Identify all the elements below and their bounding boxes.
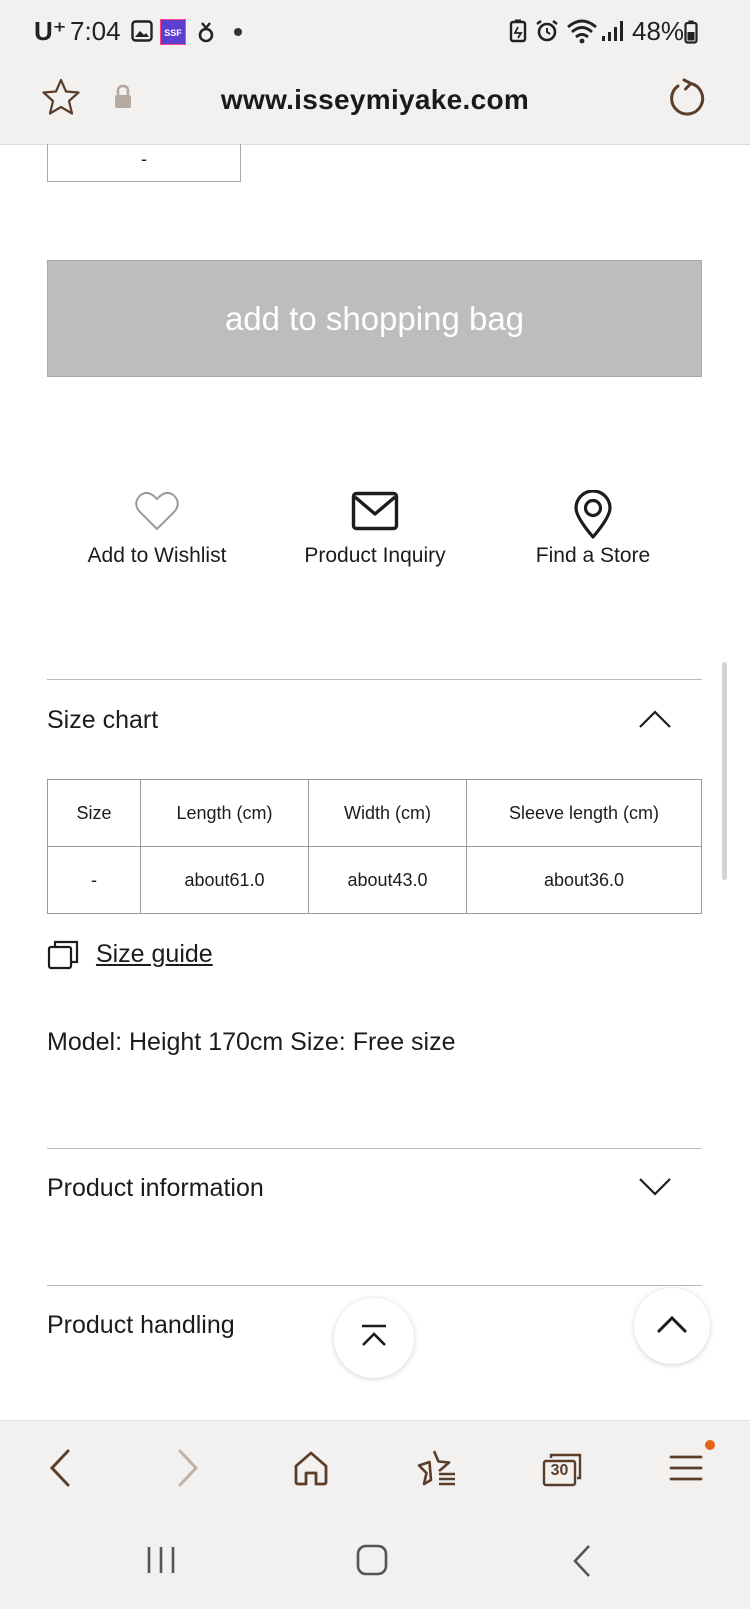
carrier-label: U⁺ [34,16,67,46]
browser-address-bar: www.isseymiyake.com [0,62,750,145]
table-cell: about36.0 [466,846,702,914]
back-button[interactable] [35,1445,85,1495]
system-back-icon[interactable] [572,1544,592,1583]
popup-window-icon [47,940,86,976]
browser-toolbar [0,1420,750,1516]
bookmarks-button[interactable] [412,1445,462,1495]
system-home-icon[interactable] [356,1544,388,1581]
gallery-icon [131,20,153,47]
home-button[interactable] [286,1445,336,1495]
chevron-right-icon [176,1448,200,1493]
product-handling-title[interactable]: Product handling [47,1311,235,1340]
size-chart-title[interactable]: Size chart [47,706,158,735]
divider [47,1148,702,1149]
dot-icon [234,28,242,36]
url-text[interactable]: www.isseymiyake.com [0,84,750,116]
product-inquiry-button[interactable]: Product Inquiry [270,490,480,568]
table-header-row: Size Length (cm) Width (cm) Sleeve lengt… [47,779,702,847]
location-pin-icon [488,490,698,540]
chevron-left-icon [48,1448,72,1493]
ssf-app-icon: SSF [160,19,186,45]
product-information-title[interactable]: Product information [47,1174,264,1203]
envelope-icon [270,490,480,532]
table-cell: about43.0 [308,846,467,914]
status-time: 7:04 [70,16,121,46]
table-header: Width (cm) [308,779,467,847]
divider [47,1285,702,1286]
battery-percent: 48% [632,16,685,46]
quantity-select[interactable]: - [47,144,241,182]
wifi-icon [566,18,598,49]
divider [47,679,702,680]
add-to-wishlist-button[interactable]: Add to Wishlist [52,490,262,568]
notification-dot-icon [705,1440,715,1450]
find-store-label: Find a Store [535,544,651,567]
scroll-to-top-button[interactable] [334,1298,414,1378]
menu-button[interactable] [661,1445,711,1495]
add-to-bag-button[interactable]: add to shopping bag [47,260,702,377]
scroll-top-icon [359,1324,389,1353]
table-header: Size [47,779,141,847]
chevron-up-icon[interactable] [638,708,672,735]
table-cell: - [47,846,141,914]
table-row: - about61.0 about43.0 about36.0 [47,846,702,914]
inquiry-label: Product Inquiry [304,544,446,567]
bookmarks-star-icon [417,1449,457,1492]
chevron-up-icon [655,1313,689,1340]
status-bar: U⁺ 7:04 SSF 48% [0,0,750,62]
home-icon [292,1449,330,1492]
collapse-up-button[interactable] [634,1288,710,1364]
size-guide-link[interactable]: Size guide [47,940,213,977]
size-guide-label[interactable]: Size guide [96,940,213,968]
size-chart-table: Size Length (cm) Width (cm) Sleeve lengt… [47,779,702,914]
table-header: Sleeve length (cm) [466,779,702,847]
battery-saver-icon [509,19,527,48]
heart-icon [52,490,262,532]
reload-icon[interactable] [666,78,706,123]
chevron-down-icon[interactable] [638,1176,672,1203]
page-scrollbar[interactable] [722,662,727,880]
table-cell: about61.0 [140,846,309,914]
model-info: Model: Height 170cm Size: Free size [47,1028,456,1056]
tabs-button[interactable]: 30 [537,1445,587,1495]
wishlist-label: Add to Wishlist [87,544,227,567]
table-header: Length (cm) [140,779,309,847]
recent-apps-icon[interactable] [146,1545,176,1580]
forward-button[interactable] [163,1445,213,1495]
tab-count: 30 [550,1462,569,1479]
android-icon [197,19,215,50]
hamburger-menu-icon [668,1452,704,1489]
battery-icon [684,20,698,49]
alarm-icon [535,19,559,48]
tabs-icon: 30 [542,1453,582,1487]
signal-icon [601,20,625,47]
find-a-store-button[interactable]: Find a Store [488,490,698,568]
